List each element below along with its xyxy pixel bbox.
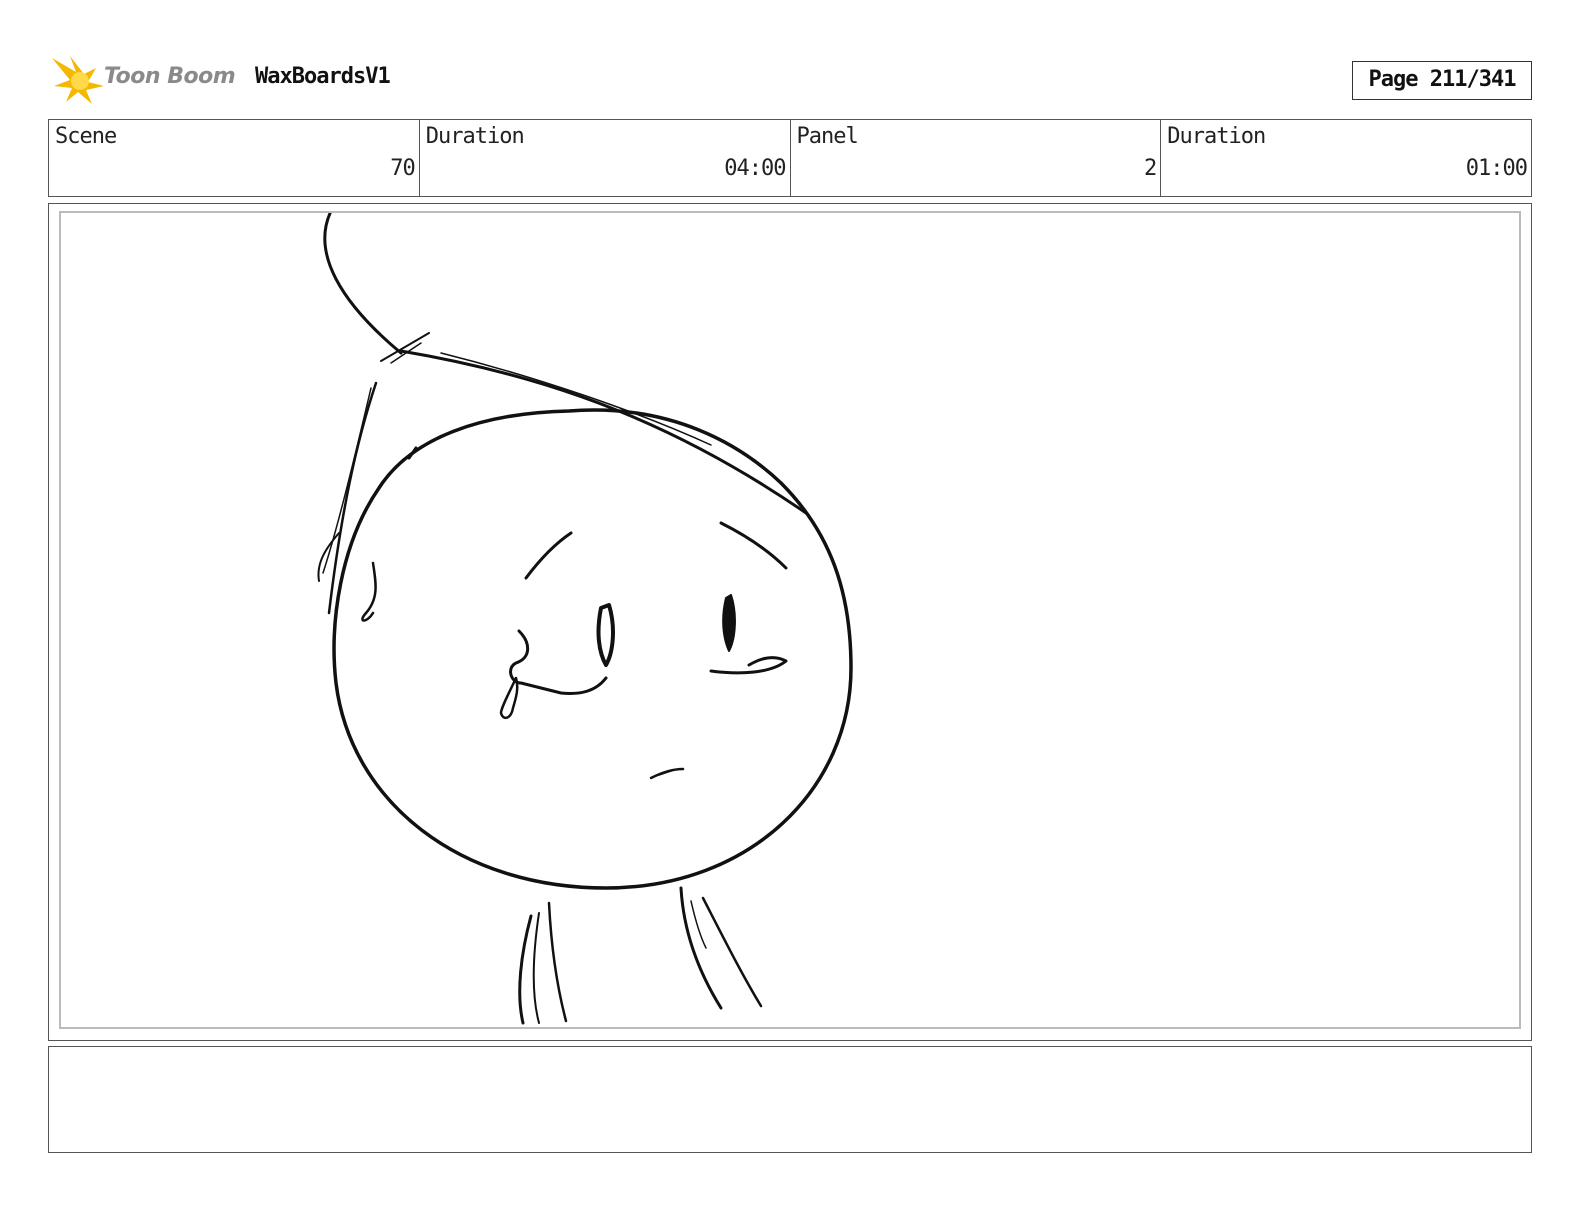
panel-duration-label: Duration — [1167, 124, 1266, 149]
panel-value: 2 — [1144, 156, 1157, 181]
toon-boom-star-icon — [52, 56, 104, 104]
scene-duration-cell: Duration 04:00 — [420, 120, 791, 196]
character-sketch — [317, 213, 853, 1025]
scene-info-row: Scene 70 Duration 04:00 Panel 2 Duration… — [48, 119, 1532, 197]
project-title: WaxBoardsV1 — [255, 64, 391, 89]
scene-duration-label: Duration — [425, 124, 525, 149]
panel-cell: Panel 2 — [791, 120, 1162, 196]
panel-drawing-area — [59, 211, 1521, 1029]
panel-duration-value: 01:00 — [1465, 156, 1528, 181]
scene-value: 70 — [390, 156, 415, 181]
scene-label: Scene — [55, 124, 117, 149]
logo-text: Toon Boom — [104, 64, 236, 89]
panel-label: Panel — [796, 124, 859, 149]
panel-duration-cell: Duration 01:00 — [1161, 120, 1531, 196]
panel-notes — [48, 1046, 1532, 1153]
page-number: Page 211/341 — [1352, 61, 1532, 100]
toon-boom-logo: Toon Boom — [50, 52, 240, 108]
storyboard-panel — [48, 203, 1532, 1041]
scene-cell: Scene 70 — [49, 120, 420, 196]
scene-duration-value: 04:00 — [724, 156, 786, 181]
